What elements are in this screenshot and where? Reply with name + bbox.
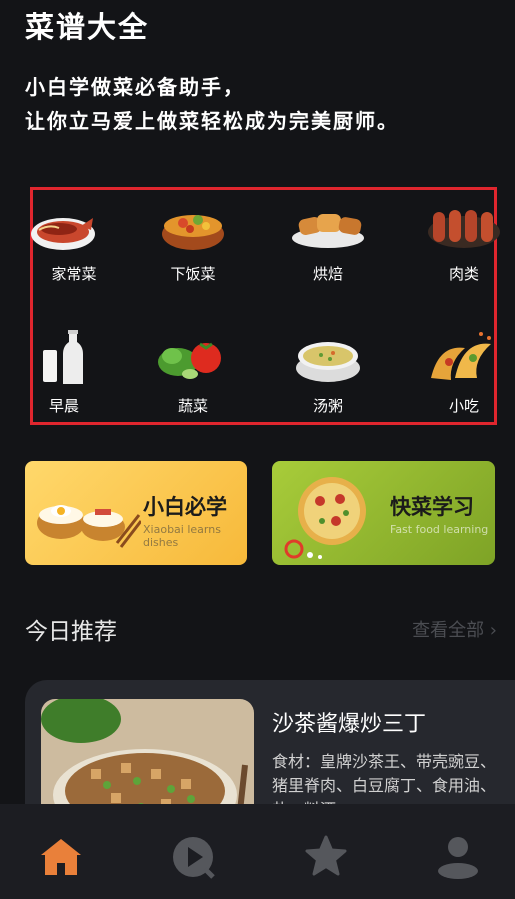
category-label: 肉类 xyxy=(448,265,479,283)
promo-card-beginner[interactable]: 小白必学 Xiaobai learns dishes xyxy=(25,461,247,565)
milk-icon xyxy=(43,330,83,384)
category-meat[interactable]: 肉类 xyxy=(419,196,509,296)
promo-subtitle: Fast food learning xyxy=(390,523,489,536)
soup-bowl-icon xyxy=(296,342,360,382)
dish-name: 沙茶酱爆炒三丁 xyxy=(272,712,427,737)
rice-bowls-illustration xyxy=(37,505,141,548)
category-vegetables[interactable]: 蔬菜 xyxy=(148,328,238,428)
category-label: 汤粥 xyxy=(312,397,343,415)
category-rice-dishes[interactable]: 下饭菜 xyxy=(148,196,238,296)
braised-fish-icon xyxy=(31,218,95,250)
star-icon[interactable] xyxy=(302,833,350,881)
home-icon[interactable] xyxy=(37,833,85,881)
category-home-cooking[interactable]: 家常菜 xyxy=(29,196,119,296)
category-baking[interactable]: 烘焙 xyxy=(283,196,373,296)
section-title-today: 今日推荐 xyxy=(25,619,117,645)
video-play-icon[interactable] xyxy=(169,833,217,881)
category-label: 家常菜 xyxy=(51,265,97,283)
see-all-link[interactable]: 查看全部 › xyxy=(412,616,497,642)
user-icon[interactable] xyxy=(434,833,482,881)
slogan-line-1: 小白学做菜必备助手， xyxy=(25,75,245,99)
category-grid: 家常菜 下饭菜 烘焙 肉类 早晨 蔬菜 汤粥 小吃 xyxy=(29,187,500,428)
bottom-tab-bar xyxy=(0,804,515,899)
pizza-illustration xyxy=(284,477,366,559)
category-label: 早晨 xyxy=(48,397,79,415)
promo-title: 小白必学 xyxy=(143,495,227,519)
category-label: 烘焙 xyxy=(312,265,343,283)
slogan: 小白学做菜必备助手， 让你立马爱上做菜轻松成为完美厨师。 xyxy=(25,70,399,138)
category-soup-porridge[interactable]: 汤粥 xyxy=(283,328,373,428)
category-breakfast[interactable]: 早晨 xyxy=(19,328,109,428)
vegetables-icon xyxy=(158,342,221,379)
promo-subtitle: Xiaobai learns dishes xyxy=(143,523,221,549)
category-snacks[interactable]: 小吃 xyxy=(419,328,509,428)
category-label: 蔬菜 xyxy=(177,397,208,415)
category-label: 下饭菜 xyxy=(170,265,216,283)
promo-title: 快菜学习 xyxy=(390,495,474,519)
taco-icon xyxy=(431,332,491,380)
stir-fry-pot-icon xyxy=(162,215,224,250)
promo-card-fast-food[interactable]: 快菜学习 Fast food learning xyxy=(272,461,495,565)
bread-icon xyxy=(292,214,364,248)
category-label: 小吃 xyxy=(448,397,479,415)
sausage-icon xyxy=(428,210,500,248)
slogan-line-2: 让你立马爱上做菜轻松成为完美厨师。 xyxy=(25,109,399,133)
app-title: 菜谱大全 xyxy=(25,10,150,44)
